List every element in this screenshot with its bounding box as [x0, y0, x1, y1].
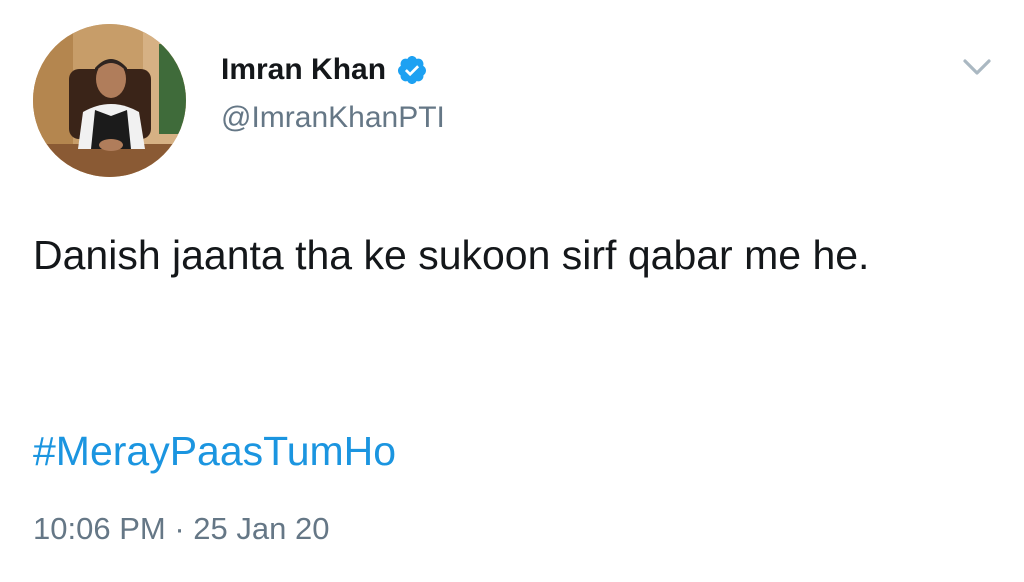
author-name-row[interactable]: Imran Khan [221, 52, 428, 88]
tweet-card: Imran Khan @ImranKhanPTI Danish jaanta t… [0, 0, 1024, 582]
verified-badge-icon [398, 56, 427, 84]
author-handle[interactable]: @ImranKhanPTI [221, 100, 445, 136]
tweet-text: Danish jaanta tha ke sukoon sirf qabar m… [33, 232, 870, 278]
avatar[interactable] [33, 24, 186, 177]
author-name[interactable]: Imran Khan [221, 52, 386, 88]
chevron-down-icon[interactable] [957, 52, 997, 82]
tweet-date[interactable]: 25 Jan 20 [193, 511, 329, 546]
avatar-photo [33, 24, 186, 177]
tweet-time[interactable]: 10:06 PM [33, 511, 166, 546]
tweet-timestamp[interactable]: 10:06 PM · 25 Jan 20 [33, 509, 329, 549]
timestamp-separator: · [165, 511, 194, 546]
hashtag-link[interactable]: #MerayPaasTumHo [33, 422, 396, 480]
